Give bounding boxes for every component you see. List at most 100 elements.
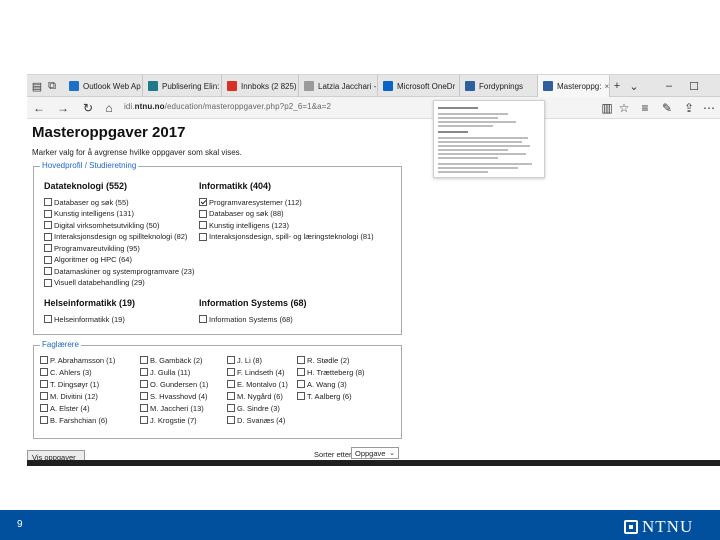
teacher-option[interactable]: O. Gundersen (1) — [140, 379, 208, 389]
notes-icon[interactable]: ✎ — [659, 100, 675, 116]
teacher-option[interactable]: R. Stødle (2) — [297, 355, 350, 365]
study-option[interactable]: Interaksjonsdesign, spill- og læringstek… — [199, 232, 374, 242]
checkbox[interactable] — [297, 392, 305, 400]
new-tab-icon[interactable]: + — [610, 79, 624, 93]
address-bar[interactable]: idi.ntnu.no/education/masteroppgaver.php… — [124, 102, 331, 111]
checkbox[interactable] — [227, 392, 235, 400]
checkbox[interactable] — [44, 221, 52, 229]
refresh-icon[interactable]: ↻ — [80, 100, 96, 116]
minimize-icon[interactable]: – — [662, 79, 676, 93]
maximize-icon[interactable]: ☐ — [687, 79, 701, 93]
checkbox[interactable] — [44, 232, 52, 241]
study-option[interactable]: Kunstig intelligens (131) — [44, 209, 134, 219]
teacher-option[interactable]: S. Hvasshovd (4) — [140, 391, 208, 401]
tab-preview-thumbnail[interactable] — [433, 100, 545, 178]
more-icon[interactable]: ⋯ — [701, 100, 717, 116]
study-option[interactable]: Algoritmer og HPC (64) — [44, 255, 132, 265]
favorite-star-icon[interactable]: ☆ — [616, 100, 632, 116]
study-option[interactable]: Databaser og søk (55) — [44, 197, 129, 207]
close-icon[interactable]: × — [604, 82, 609, 91]
teacher-option[interactable]: M. Jaccheri (13) — [140, 403, 204, 413]
teacher-option[interactable]: B. Gambäck (2) — [140, 355, 203, 365]
study-option[interactable]: Datamaskiner og systemprogramvare (23) — [44, 266, 194, 276]
teacher-option[interactable]: B. Farshchian (6) — [40, 415, 108, 425]
study-option[interactable]: Interaksjonsdesign og spillteknologi (82… — [44, 232, 187, 242]
checkbox[interactable] — [40, 380, 48, 388]
teacher-option[interactable]: E. Montalvo (1) — [227, 379, 288, 389]
checkbox[interactable] — [40, 368, 48, 376]
set-aside-tabs-icon[interactable]: ⧉ — [45, 79, 59, 93]
checkbox[interactable] — [199, 209, 207, 218]
teacher-option[interactable]: M. Nygård (6) — [227, 391, 283, 401]
teacher-option[interactable]: A. Elster (4) — [40, 403, 90, 413]
browser-tab[interactable]: Publisering Elin: — [143, 75, 222, 97]
study-option[interactable]: Helseinformatikk (19) — [44, 314, 125, 324]
checkbox[interactable] — [140, 416, 148, 424]
study-option[interactable]: Databaser og søk (88) — [199, 209, 284, 219]
checkbox[interactable] — [40, 416, 48, 424]
teacher-option[interactable]: P. Abrahamsson (1) — [40, 355, 115, 365]
checkbox[interactable] — [227, 416, 235, 424]
study-option[interactable]: Kunstig intelligens (123) — [199, 220, 289, 230]
browser-tab[interactable]: Microsoft OneDr — [378, 75, 460, 97]
checkbox[interactable] — [44, 244, 52, 252]
checkbox[interactable] — [44, 267, 52, 275]
checkbox[interactable] — [227, 380, 235, 388]
browser-tab[interactable]: Innboks (2 825) - — [222, 75, 299, 97]
teacher-option[interactable]: J. Gulla (11) — [140, 367, 190, 377]
checkbox[interactable] — [140, 392, 148, 400]
checkbox[interactable] — [40, 392, 48, 400]
checkbox[interactable] — [227, 356, 235, 364]
study-option[interactable]: Information Systems (68) — [199, 314, 293, 324]
checkbox[interactable] — [199, 198, 207, 206]
checkbox[interactable] — [199, 232, 207, 241]
checkbox[interactable] — [44, 209, 52, 218]
checkbox[interactable] — [44, 315, 52, 323]
teacher-option[interactable]: T. Dingsøyr (1) — [40, 379, 99, 389]
checkbox[interactable] — [199, 221, 207, 229]
checkbox[interactable] — [227, 404, 235, 412]
checkbox[interactable] — [44, 278, 52, 287]
tab-list-icon[interactable]: ▤ — [30, 79, 44, 93]
checkbox[interactable] — [140, 380, 148, 388]
reading-view-icon[interactable]: ▥ — [599, 100, 615, 116]
checkbox[interactable] — [297, 380, 305, 388]
teacher-option[interactable]: F. Lindseth (4) — [227, 367, 285, 377]
study-option[interactable]: Digital virksomhetsutvikling (50) — [44, 220, 159, 230]
teacher-option[interactable]: D. Svanæs (4) — [227, 415, 285, 425]
browser-tab[interactable]: Latzia Jacchari - — [299, 75, 378, 97]
share-icon[interactable]: ⇪ — [681, 100, 697, 116]
checkbox[interactable] — [40, 356, 48, 364]
checkbox[interactable] — [140, 368, 148, 376]
teacher-option[interactable]: C. Ahlers (3) — [40, 367, 92, 377]
hub-icon[interactable]: ≡ — [637, 100, 653, 116]
browser-tab[interactable]: Masteroppg: × — [538, 75, 610, 97]
teacher-option[interactable]: H. Trætteberg (8) — [297, 367, 365, 377]
browser-tab[interactable]: Outlook Web Ap — [64, 75, 143, 97]
checkbox[interactable] — [44, 255, 52, 264]
forward-icon[interactable]: → — [55, 100, 71, 116]
checkbox[interactable] — [140, 404, 148, 412]
teacher-option[interactable]: A. Wang (3) — [297, 379, 347, 389]
checkbox[interactable] — [140, 356, 148, 364]
checkbox[interactable] — [199, 315, 207, 323]
checkbox[interactable] — [40, 404, 48, 412]
teacher-option[interactable]: J. Krogstie (7) — [140, 415, 197, 425]
checkbox[interactable] — [297, 356, 305, 364]
study-option[interactable]: Visuell databehandling (29) — [44, 278, 145, 288]
sort-select[interactable]: Oppgave ⌄ — [351, 447, 399, 459]
checkbox-label: Programvaresystemer (112) — [209, 197, 302, 207]
teacher-option[interactable]: T. Aalberg (6) — [297, 391, 352, 401]
teacher-option[interactable]: G. Sindre (3) — [227, 403, 280, 413]
home-icon[interactable]: ⌂ — [101, 100, 117, 116]
browser-tab[interactable]: Fordypnings — [460, 75, 538, 97]
teacher-option[interactable]: J. Li (8) — [227, 355, 262, 365]
checkbox[interactable] — [297, 368, 305, 376]
study-option[interactable]: Programvaresystemer (112) — [199, 197, 302, 207]
study-option[interactable]: Programvareutvikling (95) — [44, 243, 140, 253]
teacher-option[interactable]: M. Divitini (12) — [40, 391, 98, 401]
chevron-down-icon[interactable]: ⌄ — [627, 79, 641, 93]
checkbox[interactable] — [44, 198, 52, 206]
back-icon[interactable]: ← — [31, 100, 47, 116]
checkbox[interactable] — [227, 368, 235, 376]
